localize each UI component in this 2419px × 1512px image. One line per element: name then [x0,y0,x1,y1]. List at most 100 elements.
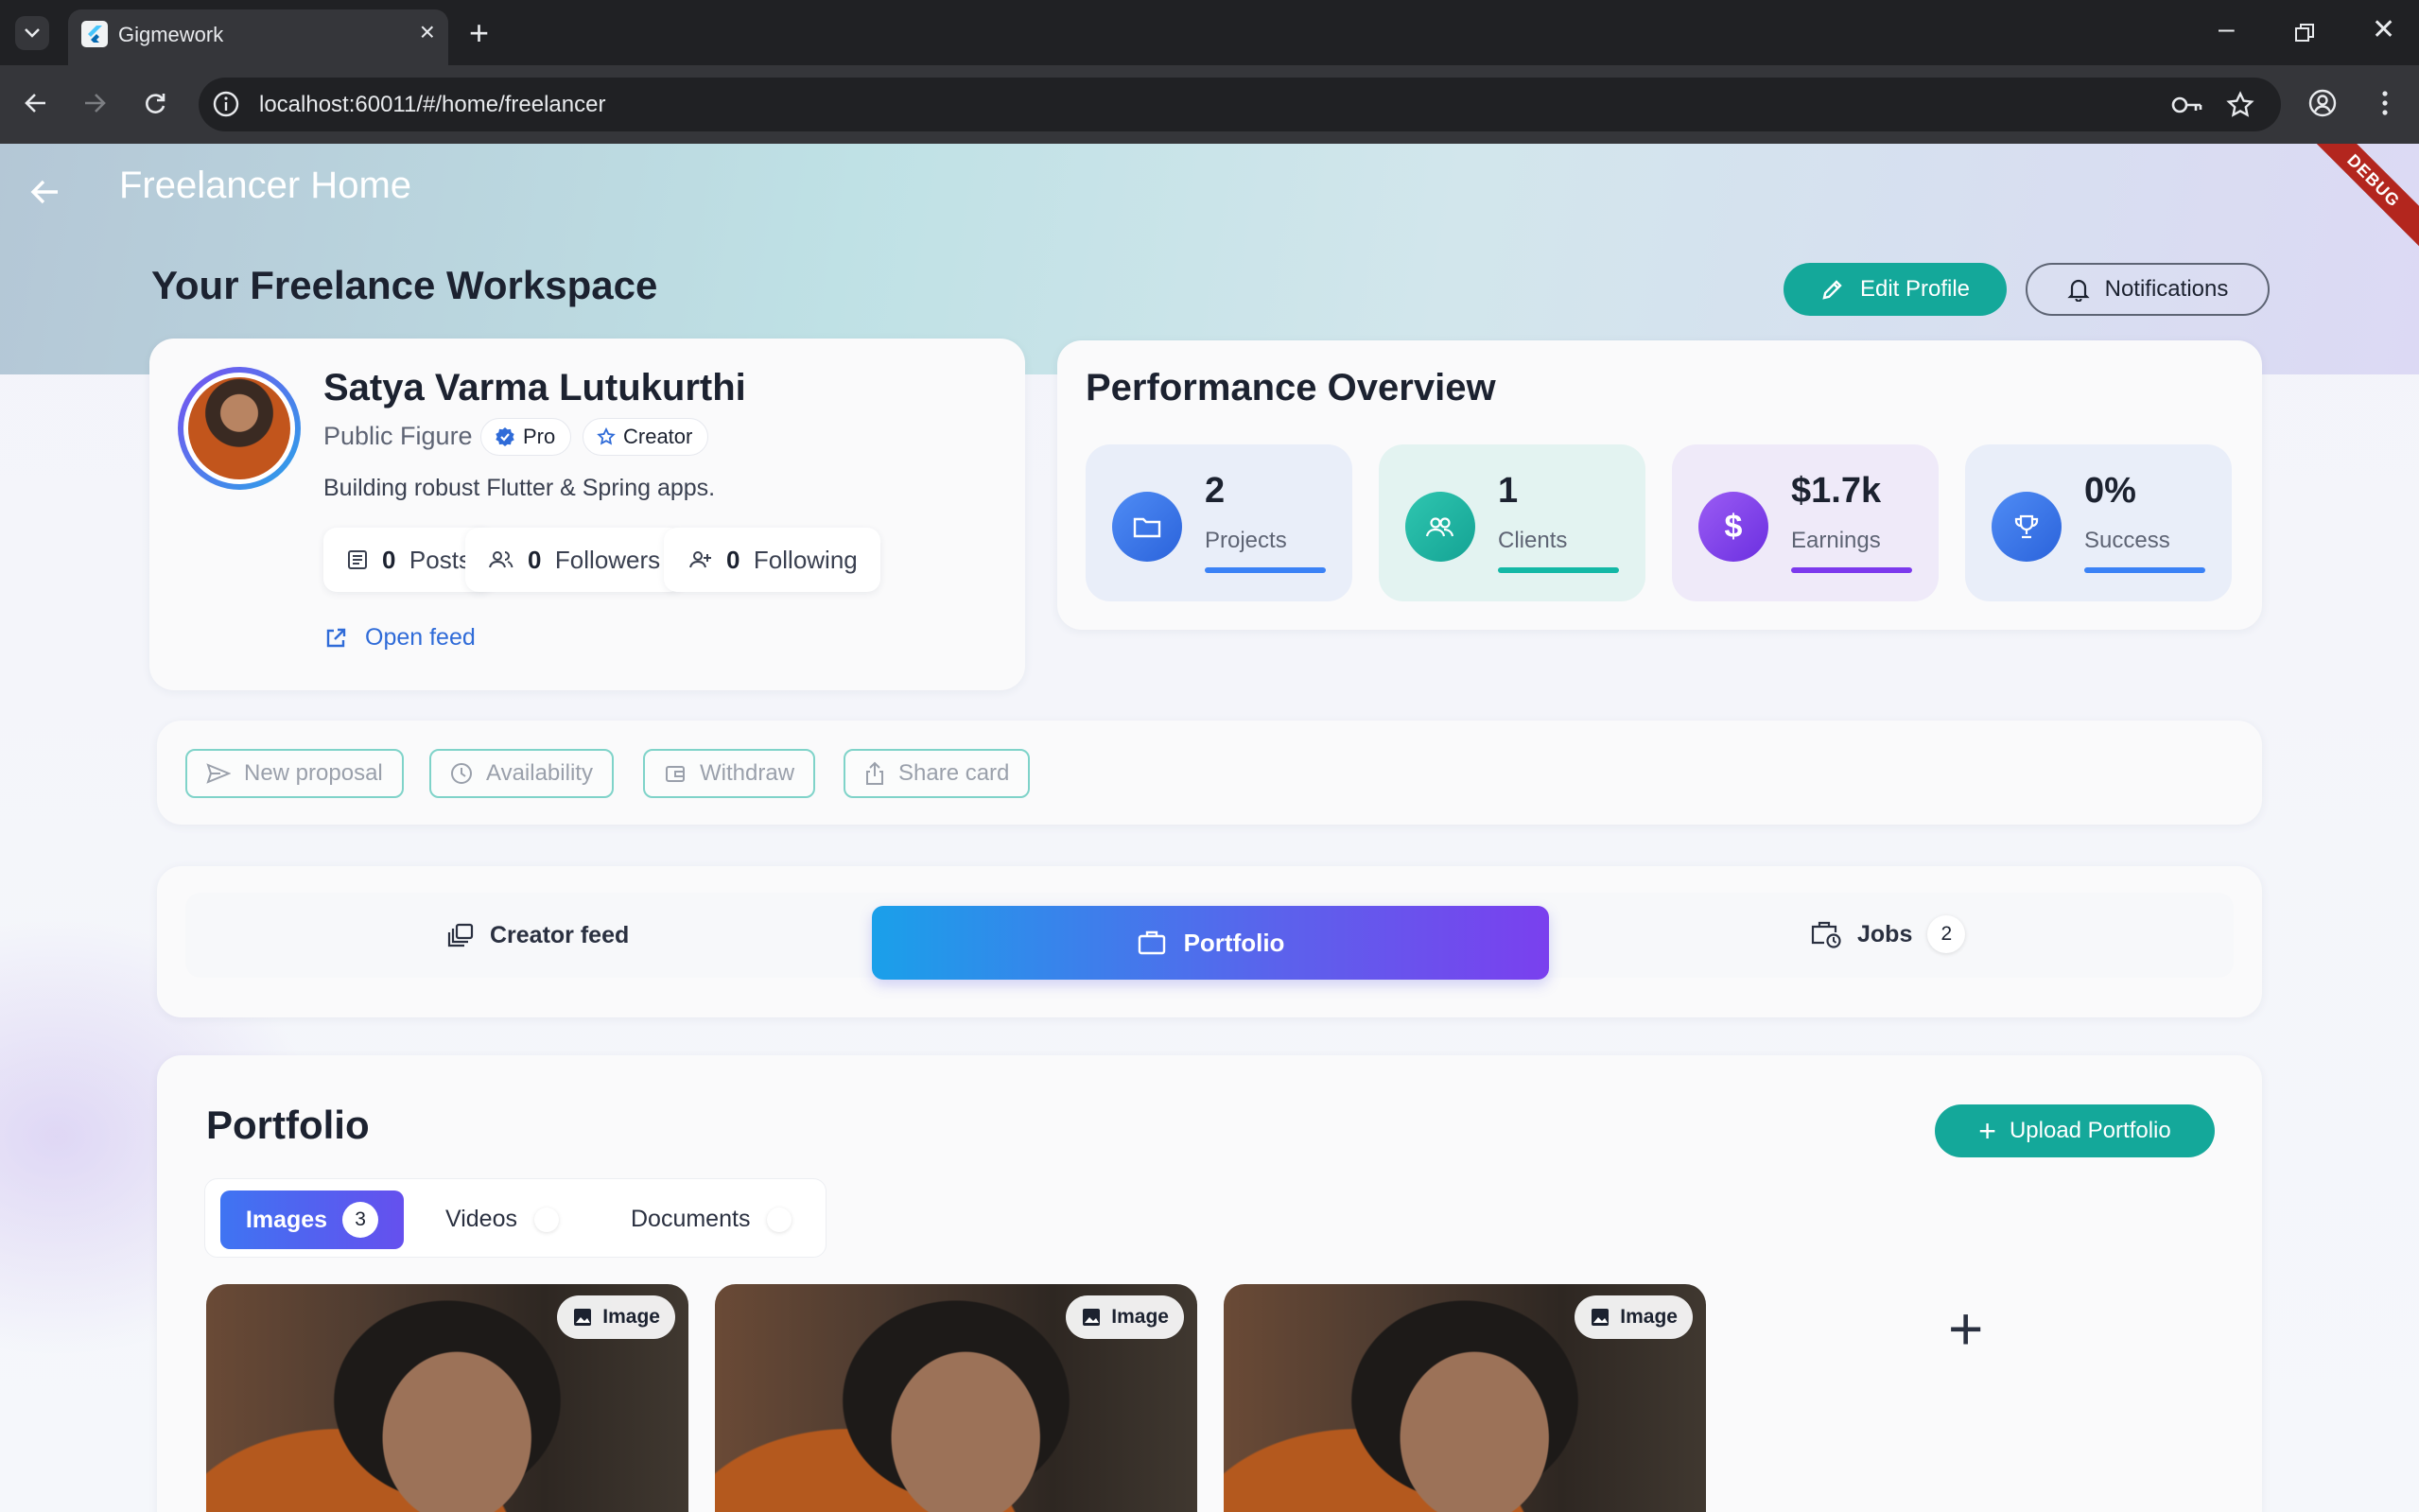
trophy-icon [1992,492,2062,562]
metric-success-label: Success [2084,528,2170,553]
star-outline-icon [597,427,616,445]
dynamic-feed-icon [447,923,474,947]
segment-documents-label: Documents [631,1206,751,1232]
avatar[interactable] [178,367,301,490]
avatar-photo [188,377,290,479]
back-icon[interactable] [15,82,57,124]
metric-projects-label: Projects [1205,528,1287,553]
segment-videos-label: Videos [445,1206,517,1232]
browser-tab[interactable]: Gigmework × [68,9,448,65]
quick-actions-card: New proposal Availability Withdraw Share… [157,721,2262,825]
new-tab-icon[interactable]: + [469,13,489,53]
edit-profile-button[interactable]: Edit Profile [1784,263,2007,316]
share-card-label: Share card [898,760,1010,786]
metric-clients-label: Clients [1498,528,1568,553]
group-icon [489,551,513,568]
following-label: Following [753,545,858,574]
profile-name: Satya Varma Lutukurthi [323,367,746,408]
metric-success-bar [2084,567,2205,573]
upload-portfolio-button[interactable]: + Upload Portfolio [1935,1104,2215,1157]
new-proposal-label: New proposal [244,760,383,786]
appbar-back-icon[interactable] [26,174,62,215]
image-icon [1592,1309,1610,1326]
new-proposal-button[interactable]: New proposal [185,749,404,798]
portfolio-image-item[interactable]: Image [715,1284,1197,1512]
bookmark-star-icon[interactable] [2226,91,2254,124]
work-history-icon [1811,921,1841,948]
bell-icon [2066,279,2090,302]
share-card-button[interactable]: Share card [844,749,1031,798]
followers-count: 0 [528,545,542,574]
metric-projects-bar [1205,567,1326,573]
dollar-icon: $ [1698,492,1768,562]
followers-stat[interactable]: 0 Followers [465,528,684,592]
followers-label: Followers [554,545,661,574]
add-portfolio-item-icon[interactable]: + [1948,1294,1983,1364]
tab-portfolio-label: Portfolio [1183,928,1285,957]
portfolio-image-item[interactable]: Image [206,1284,688,1512]
person-add-icon [689,551,711,568]
tab-creator-feed[interactable]: Creator feed [446,922,629,949]
browser-toolbar: localhost:60011/#/home/freelancer [0,65,2419,144]
documents-count-badge [767,1207,792,1232]
portfolio-card: Portfolio + Upload Portfolio Images 3 Vi… [157,1055,2262,1512]
workspace-title: Your Freelance Workspace [151,263,658,307]
chevron-down-icon [25,28,40,38]
image-type-badge: Image [557,1295,675,1339]
metric-clients-bar [1498,567,1619,573]
password-key-icon[interactable] [2171,91,2203,124]
metric-projects[interactable]: 2 Projects [1086,444,1352,601]
profile-account-icon[interactable] [2302,82,2343,124]
profile-bio: Building robust Flutter & Spring apps. [323,475,716,501]
url-text: localhost:60011/#/home/freelancer [259,92,606,117]
verified-icon [496,427,514,446]
appbar-title: Freelancer Home [119,165,412,206]
segment-documents[interactable]: Documents [631,1206,792,1233]
briefcase-icon [1138,930,1165,955]
metric-earnings-bar [1791,567,1912,573]
following-count: 0 [726,545,740,574]
minimize-icon[interactable]: – [2219,13,2235,45]
clock-icon [451,763,472,784]
restore-icon[interactable] [2294,19,2315,51]
close-window-icon[interactable]: ✕ [2372,13,2395,46]
open-feed-link[interactable]: Open feed [323,624,476,652]
wallet-icon [666,766,685,782]
tab-search-button[interactable] [15,16,49,50]
address-bar[interactable]: localhost:60011/#/home/freelancer [199,78,2281,131]
creator-badge-label: Creator [623,425,693,448]
metric-earnings[interactable]: $ $1.7k Earnings [1672,444,1939,601]
pro-badge-label: Pro [523,425,556,448]
close-tab-icon[interactable]: × [420,17,435,47]
send-icon [206,763,231,784]
browser-menu-icon[interactable] [2364,82,2406,124]
image-icon [574,1309,592,1326]
upload-portfolio-label: Upload Portfolio [2009,1118,2171,1143]
metric-earnings-value: $1.7k [1791,471,1882,511]
availability-label: Availability [486,760,593,786]
tab-portfolio[interactable]: Portfolio [872,906,1549,980]
portfolio-image-item[interactable]: Image [1224,1284,1706,1512]
forward-icon[interactable] [74,82,115,124]
following-stat[interactable]: 0 Following [664,528,880,592]
segment-videos[interactable]: Videos [445,1206,559,1233]
site-info-icon[interactable] [212,90,240,123]
image-type-badge: Image [1066,1295,1184,1339]
notifications-button[interactable]: Notifications [2026,263,2270,316]
plus-icon: + [1978,1114,1996,1148]
image-type-label: Image [1111,1306,1169,1328]
withdraw-button[interactable]: Withdraw [643,749,816,798]
creator-badge: Creator [583,418,709,456]
metric-clients[interactable]: 1 Clients [1379,444,1645,601]
metric-success-value: 0% [2084,471,2136,511]
portfolio-title: Portfolio [206,1103,370,1147]
article-icon [348,550,367,569]
media-type-segmented-control: Images 3 Videos Documents [204,1178,827,1258]
profile-card: Satya Varma Lutukurthi Public Figure Pro… [149,339,1025,690]
tab-jobs[interactable]: Jobs 2 [1810,915,1966,953]
image-icon [1083,1309,1101,1326]
segment-images[interactable]: Images 3 [220,1190,404,1249]
reload-icon[interactable] [134,82,176,124]
metric-success[interactable]: 0% Success [1965,444,2232,601]
availability-button[interactable]: Availability [429,749,614,798]
